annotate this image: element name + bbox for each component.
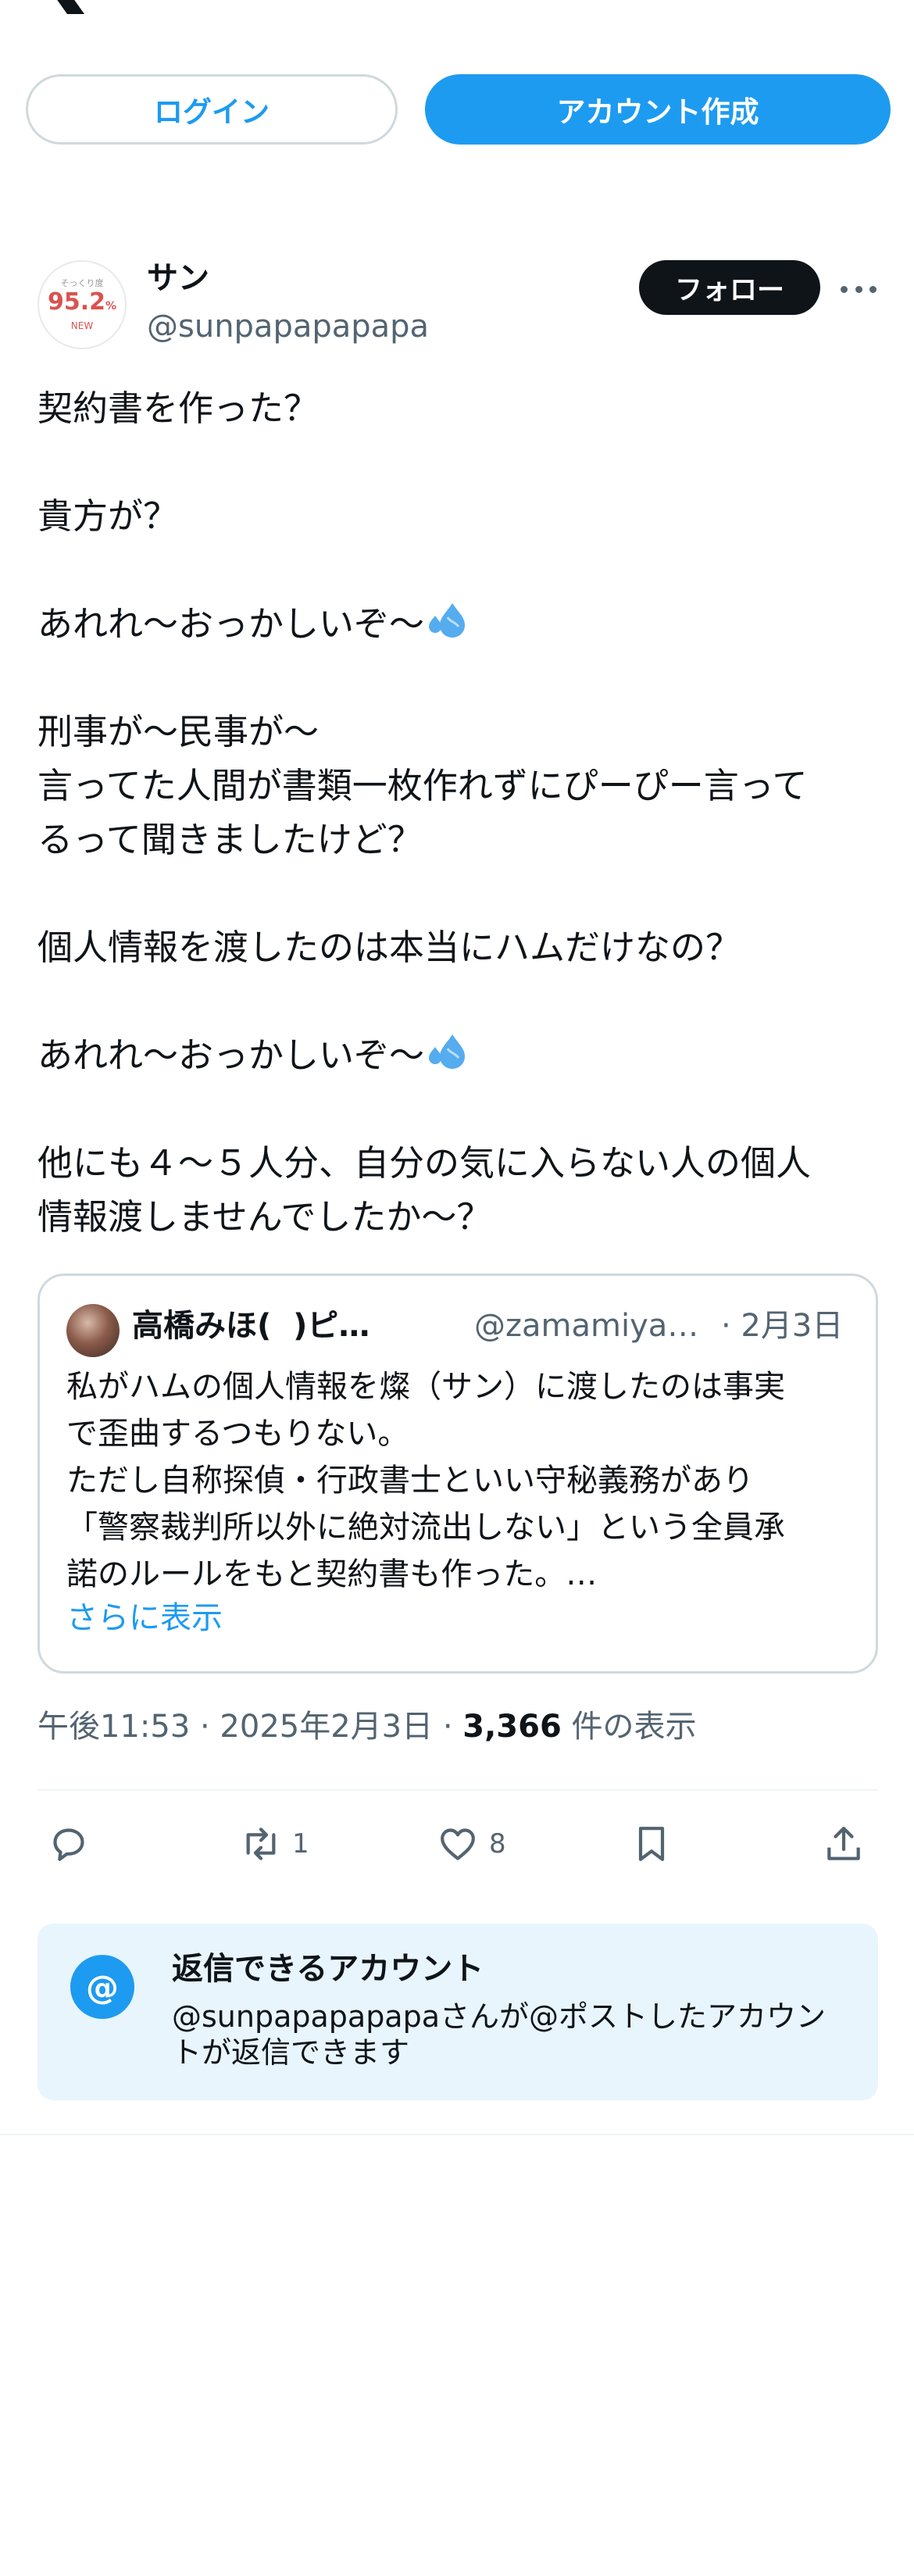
tweet-text: 契約書を作った？ 貴方が？ あれれ〜おっかしいぞ〜 刑事が〜民事が〜 言ってた人…	[37, 381, 881, 1244]
share-icon	[827, 1827, 860, 1860]
tweet-line: あれれ〜おっかしいぞ〜	[37, 1028, 881, 1082]
tweet-meta: 午後11:53 · 2025年2月3日 · 3,366 件の表示	[37, 1705, 697, 1749]
reply-restriction-description: @sunpapapapapaさんが@ポストしたアカウントが返信できます	[172, 1999, 827, 2070]
tweet-line: るって聞きましたけど？	[37, 819, 423, 860]
quote-line: 「警察裁判所以外に絶対流出しない」という全員承	[66, 1510, 785, 1545]
quote-date: · 2月3日	[721, 1308, 844, 1344]
signup-button[interactable]: アカウント作成	[425, 74, 891, 145]
divider	[0, 2134, 914, 2135]
avatar-caption: そっくり度	[60, 277, 104, 288]
retweet-button[interactable]: 1	[239, 1820, 309, 1867]
author-handle[interactable]: @sunpapapapapa	[147, 306, 429, 347]
more-horizontal-icon[interactable]	[841, 273, 877, 305]
quote-line: で歪曲するつもりない。	[66, 1416, 409, 1452]
reply-restriction-card: @ 返信できるアカウント @sunpapapapapaさんが@ポストしたアカウン…	[37, 1924, 878, 2100]
bookmark-icon	[638, 1827, 665, 1861]
quote-text: 私がハムの個人情報を燦（サン）に渡したのは事実 で歪曲するつもりない。 ただし自…	[66, 1363, 848, 1598]
quote-author-handle: @zamamiya…	[474, 1308, 699, 1344]
show-more-link[interactable]: さらに表示	[66, 1595, 223, 1642]
quote-tweet-card[interactable]: 高橋みほ( ￼￼￼ )ピ… @zamamiya… · 2月3日 私がハムの個人情…	[37, 1274, 878, 1674]
tweet-line: あれれ〜おっかしいぞ〜	[37, 597, 881, 651]
follow-button[interactable]: フォロー	[639, 260, 820, 315]
quote-line: 私がハムの個人情報を燦（サン）に渡したのは事実	[66, 1369, 785, 1405]
retweet-count: 1	[292, 1828, 309, 1860]
views-label: 件の表示	[561, 1709, 697, 1745]
retweet-icon	[246, 1827, 276, 1860]
heart-icon	[441, 1828, 475, 1860]
sweat-droplets-icon	[429, 603, 466, 638]
tweet-line: 貴方が？	[37, 495, 179, 537]
tweet-line: 個人情報を渡したのは本当にハムだけなの？	[37, 927, 741, 968]
sweat-droplets-icon	[429, 1034, 466, 1069]
like-button[interactable]: 8	[436, 1820, 506, 1867]
login-button[interactable]: ログイン	[26, 74, 398, 145]
quote-author-name: 高橋みほ( ￼￼￼ )ピ…	[132, 1308, 370, 1344]
reply-restriction-title: 返信できるアカウント	[172, 1951, 484, 1987]
x-logo-icon[interactable]	[37, 0, 87, 14]
reply-icon	[53, 1828, 84, 1861]
bookmark-button[interactable]	[630, 1820, 673, 1867]
tweet-line: 刑事が〜民事が〜	[37, 711, 320, 752]
views-count: 3,366	[462, 1709, 562, 1745]
quote-avatar[interactable]	[66, 1304, 120, 1357]
avatar-value: 95.2%	[47, 288, 117, 316]
author-name[interactable]: サン	[147, 258, 209, 298]
tweet-line: 情報渡しませんでしたか〜？	[37, 1196, 492, 1238]
tweet-line: 他にも４〜５人分、自分の気に入らない人の個人	[37, 1142, 812, 1184]
tweet-line: 言ってた人間が書類一枚作れずにぴーぴー言って	[37, 765, 808, 806]
quote-line: ただし自称探偵・行政書士といい守秘義務があり	[66, 1463, 754, 1499]
quote-line: 諾のルールをもと契約書も作った。…	[66, 1556, 598, 1592]
author-avatar[interactable]: そっくり度 95.2% NEW	[37, 260, 127, 349]
like-count: 8	[489, 1828, 506, 1860]
avatar-badge: NEW	[70, 320, 94, 331]
tweet-timestamp[interactable]: 午後11:53 · 2025年2月3日 ·	[37, 1709, 462, 1745]
at-sign-icon: @	[70, 1955, 134, 2019]
tweet-line: 契約書を作った？	[37, 388, 320, 429]
reply-button[interactable]	[47, 1820, 91, 1867]
share-button[interactable]	[822, 1820, 866, 1867]
divider	[37, 1789, 878, 1791]
